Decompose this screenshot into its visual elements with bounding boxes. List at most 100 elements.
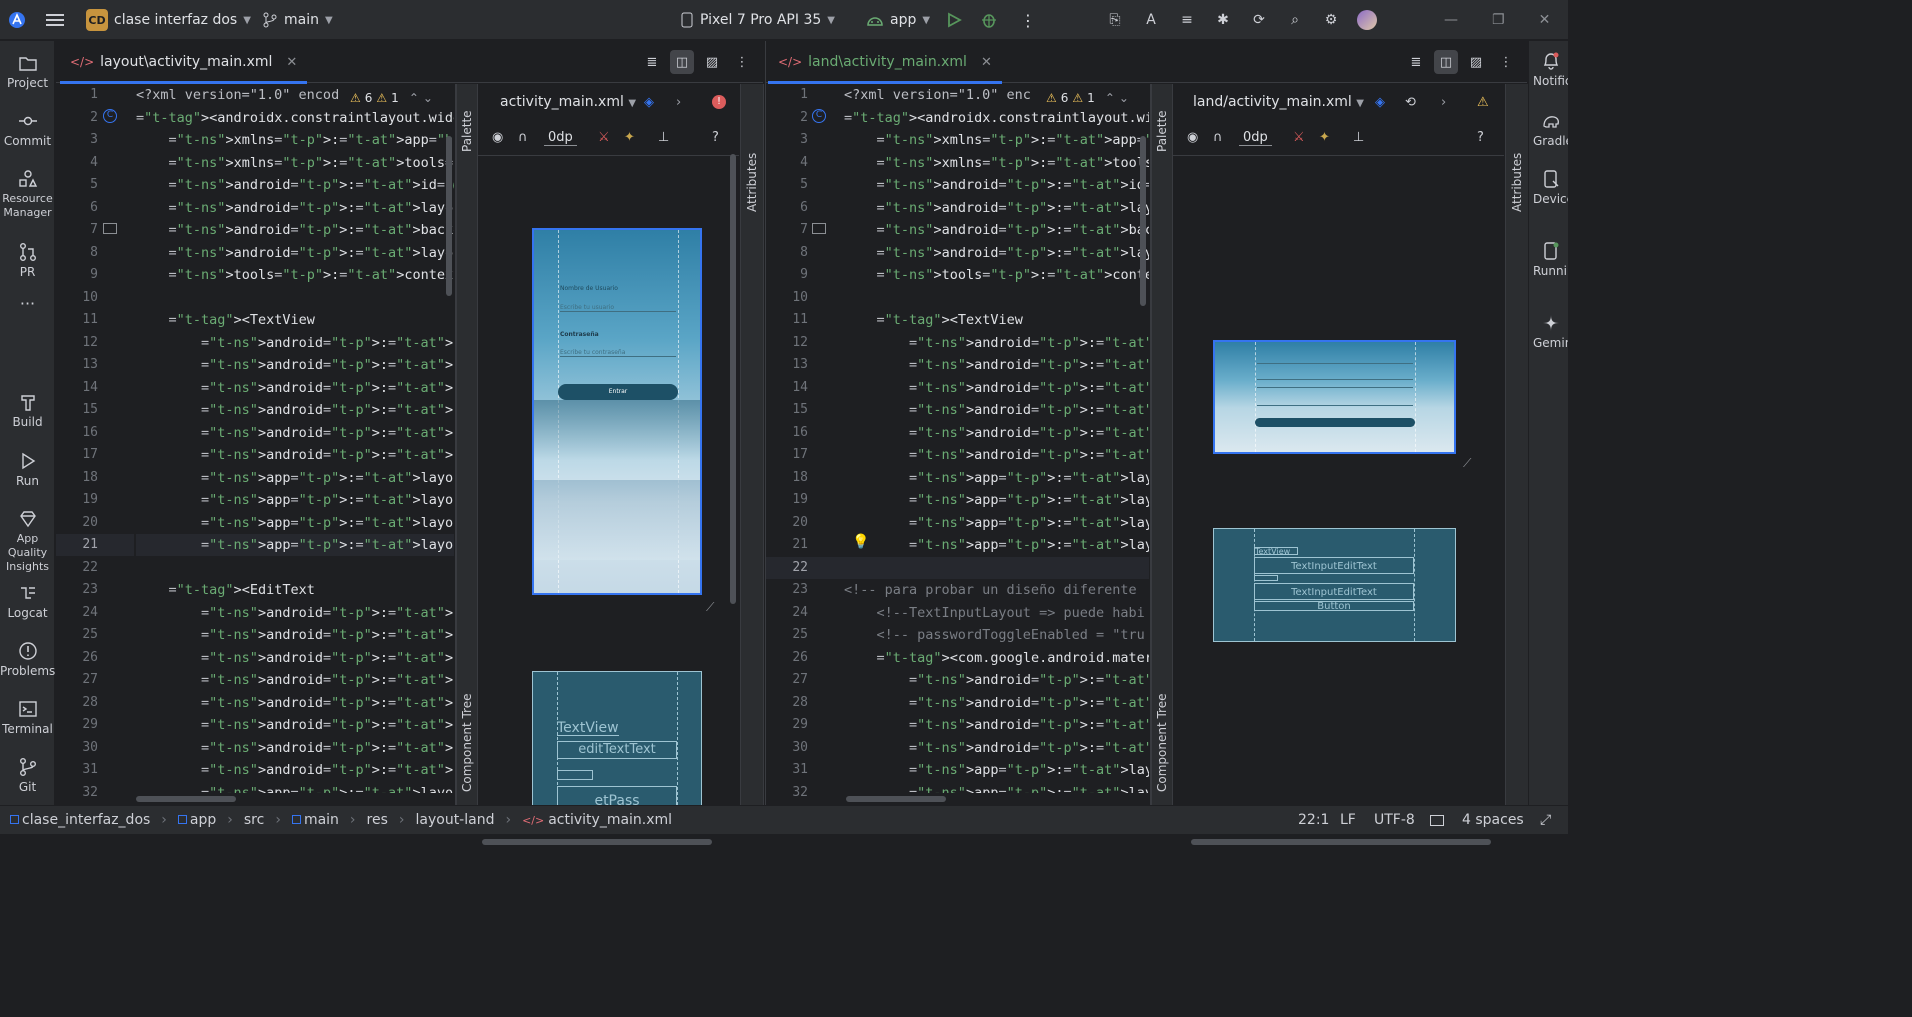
code-line[interactable]: ="t-ns">android="t-p">:="t-at">layout_ma… <box>844 399 1149 421</box>
rotate-icon[interactable]: ⟲ <box>1405 95 1416 110</box>
bug-settings-icon[interactable]: ✱ <box>1212 9 1234 31</box>
layers-icon[interactable]: ◈ <box>1375 95 1385 110</box>
code-line[interactable]: ="t-ns">android="t-p">:="t-at">id="@+id/… <box>844 669 1149 691</box>
breadcrumb-item[interactable]: </> activity_main.xml <box>522 812 672 828</box>
code-line[interactable]: ="t-ns">xmlns="t-p">:="t-at">tools="http… <box>844 152 1149 174</box>
code-line[interactable]: ="t-ns">android="t-p">:="t-at">layout_wi… <box>136 624 454 646</box>
code-line[interactable]: ="t-tag"><androidx.constraintlayout.widg… <box>844 107 1149 129</box>
settings-gear-icon[interactable]: ⚙ <box>1320 9 1342 31</box>
memory-indicator-icon[interactable]: ⤢ <box>1540 812 1551 828</box>
code-line[interactable]: ="t-ns">android="t-p">:="t-at">id="@+id/… <box>844 332 1149 354</box>
tool-pull-requests[interactable]: PR <box>0 242 55 279</box>
breadcrumb-item[interactable]: main <box>291 812 339 828</box>
design-file-selector[interactable]: activity_main.xml ▼ <box>500 94 636 110</box>
class-marker-icon[interactable]: C <box>103 109 117 123</box>
tool-notifications[interactable]: Notifications <box>1533 51 1568 88</box>
inspection-widget[interactable]: ⚠ 6 ⚠ 1 ⌃ ⌄ <box>1042 88 1133 108</box>
inspection-widget[interactable]: ⚠ 6 ⚠ 1 ⌃ ⌄ <box>346 88 437 108</box>
design-file-selector[interactable]: land/activity_main.xml ▼ <box>1193 94 1364 110</box>
tool-running-devices[interactable]: Running Devices <box>1533 241 1568 278</box>
component-tree-tab[interactable]: Component Tree <box>460 694 474 792</box>
search-icon[interactable]: ⌕ <box>1284 9 1306 31</box>
layers-icon[interactable]: ◈ <box>644 95 654 110</box>
code-line[interactable]: ="t-ns">app="t-p">:="t-at">layout_constr… <box>844 467 1149 489</box>
code-line[interactable]: ="t-ns">app="t-p">:="t-at">layout_constr… <box>844 489 1149 511</box>
default-margin-field[interactable]: 0dp <box>544 130 577 146</box>
close-tab-icon[interactable]: ✕ <box>286 55 297 70</box>
palette-tab[interactable]: Palette <box>1155 110 1169 152</box>
code-line[interactable]: ="t-ns">android="t-p">:="t-at">inputType… <box>136 759 454 781</box>
code-line[interactable]: ="t-ns">android="t-p">:="t-at">theme="@s… <box>136 444 454 466</box>
default-margin-field[interactable]: 0dp <box>1239 130 1272 146</box>
code-line[interactable]: ="t-ns">android="t-p">:="t-at">backgroun… <box>136 219 454 241</box>
code-line[interactable]: ="t-ns">xmlns="t-p">:="t-at">app="http:/… <box>136 129 454 151</box>
readonly-toggle-icon[interactable] <box>1430 814 1444 826</box>
code-line[interactable]: ="t-ns">android="t-p">:="t-at">backgroun… <box>844 219 1149 241</box>
help-icon[interactable]: ? <box>712 130 719 145</box>
breadcrumb-item[interactable]: layout-land <box>416 812 495 828</box>
portrait-blueprint[interactable]: TextView editTextText etPass <box>532 671 702 811</box>
code-line[interactable]: ="t-ns">app="t-p">:="t-at">layout_constr… <box>844 534 1149 556</box>
code-line[interactable]: ="t-tag"><TextView <box>844 309 1149 331</box>
code-line[interactable]: ="t-ns">android="t-p">:="t-at">layout_he… <box>844 242 1149 264</box>
code-line[interactable]: ="t-tag"><com.google.android.material.te… <box>844 647 1149 669</box>
split-view-icon[interactable]: ◫ <box>1434 50 1458 74</box>
attributes-tab[interactable]: Attributes <box>745 153 759 212</box>
device-mirror-icon[interactable]: ⎘ <box>1104 9 1126 31</box>
clear-constraints-icon[interactable]: ⚔ <box>598 130 610 145</box>
code-line[interactable]: ="t-tag"><TextView <box>136 309 454 331</box>
tool-device-manager[interactable]: Device Manager <box>1533 169 1568 206</box>
code-line[interactable]: ="t-ns">android="t-p">:="t-at">id="@+id/… <box>136 332 454 354</box>
app-logo-icon[interactable] <box>8 0 26 40</box>
code-line[interactable]: ="t-ns">app="t-p">:="t-at">layout_constr… <box>844 512 1149 534</box>
code-line[interactable]: ="t-ns">android="t-p">:="t-at">layout_ma… <box>136 669 454 691</box>
image-preview-icon[interactable] <box>812 223 826 234</box>
help-icon[interactable]: ? <box>1477 130 1484 145</box>
expand-chevron-icon[interactable]: › <box>676 95 681 110</box>
code-line[interactable]: ="t-ns">android="t-p">:="t-at">layout_ma… <box>136 399 454 421</box>
component-tree-tab[interactable]: Component Tree <box>1155 694 1169 792</box>
image-preview-icon[interactable] <box>103 223 117 234</box>
design-vscrollbar[interactable] <box>730 154 736 604</box>
run-button[interactable] <box>946 0 962 40</box>
infer-constraints-icon[interactable]: ✦ <box>1319 130 1330 145</box>
tool-more[interactable]: ··· <box>0 296 55 312</box>
code-line[interactable]: ="t-ns">android="t-p">:="t-at">layout_he… <box>136 647 454 669</box>
resize-handle-icon[interactable]: ⟋ <box>1463 456 1471 471</box>
code-line[interactable] <box>844 287 1149 309</box>
code-line[interactable]: ="t-ns">app="t-p">:="t-at">layout_constr… <box>136 467 454 489</box>
code-scrollbar[interactable] <box>1140 136 1146 306</box>
tool-terminal[interactable]: Terminal <box>0 699 55 736</box>
attributes-tab[interactable]: Attributes <box>1510 153 1524 212</box>
landscape-preview[interactable] <box>1213 340 1456 454</box>
tool-project[interactable]: Project <box>0 53 55 90</box>
tool-problems[interactable]: Problems <box>0 641 55 678</box>
project-selector[interactable]: CD clase interfaz dos ▼ <box>86 0 251 40</box>
code-line[interactable]: ="t-ns">tools="t-p">:="t-at">context=".M… <box>136 264 454 286</box>
code-line[interactable]: ="t-ns">app="t-p">:="t-at">layout_constr… <box>136 782 454 794</box>
code-line[interactable]: ="t-ns">app="t-p">:="t-at">layout_constr… <box>136 534 454 556</box>
breadcrumb-item[interactable]: src <box>244 812 264 828</box>
device-selector[interactable]: Pixel 7 Pro API 35 ▼ <box>680 0 835 40</box>
code-line[interactable]: <!--TextInputLayout => puede habi <box>844 602 1149 624</box>
tool-run[interactable]: Run <box>0 451 55 488</box>
file-encoding[interactable]: UTF-8 <box>1374 812 1415 828</box>
portrait-preview[interactable]: Nombre de Usuario Escribe tu usuario Con… <box>532 228 702 595</box>
code-line[interactable]: ="t-ns">xmlns="t-p">:="t-at">tools="http… <box>136 152 454 174</box>
run-config-selector[interactable]: app ▼ <box>866 0 930 40</box>
code-line[interactable]: ="t-ns">android="t-p">:="t-at">layout_wi… <box>136 197 454 219</box>
code-line[interactable] <box>136 557 454 579</box>
code-line[interactable]: ="t-ns">android="t-p">:="t-at">layout_he… <box>136 377 454 399</box>
clear-constraints-icon[interactable]: ⚔ <box>1293 130 1305 145</box>
caret-position[interactable]: 22:1 <box>1298 812 1329 828</box>
code-hscrollbar[interactable] <box>846 796 946 802</box>
tool-resource-manager[interactable]: Resource Manager <box>0 169 55 220</box>
code-line[interactable] <box>136 287 454 309</box>
code-scrollbar[interactable] <box>446 136 452 296</box>
maximize-icon[interactable]: ❐ <box>1492 12 1505 28</box>
tool-commit[interactable]: Commit <box>0 111 55 148</box>
infer-constraints-icon[interactable]: ✦ <box>624 130 635 145</box>
code-line[interactable]: ="t-ns">android="t-p">:="t-at">layout_he… <box>136 242 454 264</box>
code-line[interactable]: ="t-ns">android="t-p">:="t-at">id="@+id/… <box>136 174 454 196</box>
avatar[interactable] <box>1356 9 1378 31</box>
